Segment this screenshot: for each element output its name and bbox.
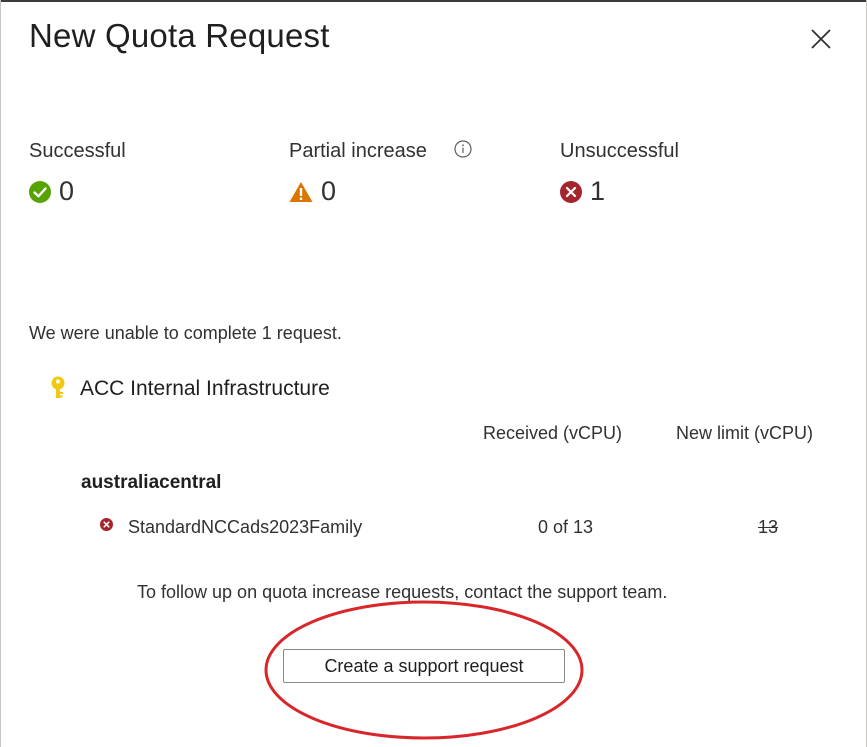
received-value: 0 of 13 xyxy=(538,517,594,537)
result-message: We were unable to complete 1 request. xyxy=(29,323,342,343)
close-icon xyxy=(811,29,831,49)
stat-successful-value: 0 xyxy=(59,176,75,206)
info-icon[interactable] xyxy=(454,140,472,158)
stat-successful: Successful 0 xyxy=(29,140,126,206)
success-check-icon xyxy=(29,180,51,203)
close-button[interactable] xyxy=(806,24,836,54)
stat-partial-row: 0 xyxy=(289,176,336,207)
error-x-icon xyxy=(100,518,113,531)
warning-triangle-icon xyxy=(289,181,313,202)
dialog-top-border xyxy=(0,0,867,2)
stat-partial-value: 0 xyxy=(321,176,337,206)
subscription-header: ACC Internal Infrastructure xyxy=(50,376,330,402)
subscription-name: ACC Internal Infrastructure xyxy=(80,377,330,400)
column-header-new-limit: New limit (vCPU) xyxy=(676,423,813,443)
followup-text: To follow up on quota increase requests,… xyxy=(137,582,668,602)
stat-partial: Partial increase 0 xyxy=(289,140,427,206)
new-limit-value: 13 xyxy=(758,517,779,537)
stat-unsuccessful-row: 1 xyxy=(560,176,605,207)
stat-partial-label: Partial increase xyxy=(289,140,427,162)
region-name: australiacentral xyxy=(81,472,222,493)
stat-successful-label: Successful xyxy=(29,140,126,162)
stat-successful-row: 0 xyxy=(29,176,74,207)
error-x-icon xyxy=(560,180,582,203)
vm-family-name: StandardNCCads2023Family xyxy=(128,517,363,537)
create-support-request-button[interactable]: Create a support request xyxy=(283,649,565,683)
dialog-left-border xyxy=(0,0,1,747)
dialog-title: New Quota Request xyxy=(29,17,330,54)
key-icon xyxy=(51,376,65,398)
stat-unsuccessful-value: 1 xyxy=(590,176,606,206)
stat-unsuccessful: Unsuccessful 1 xyxy=(560,140,679,206)
stat-unsuccessful-label: Unsuccessful xyxy=(560,140,679,162)
column-header-received: Received (vCPU) xyxy=(483,423,623,443)
